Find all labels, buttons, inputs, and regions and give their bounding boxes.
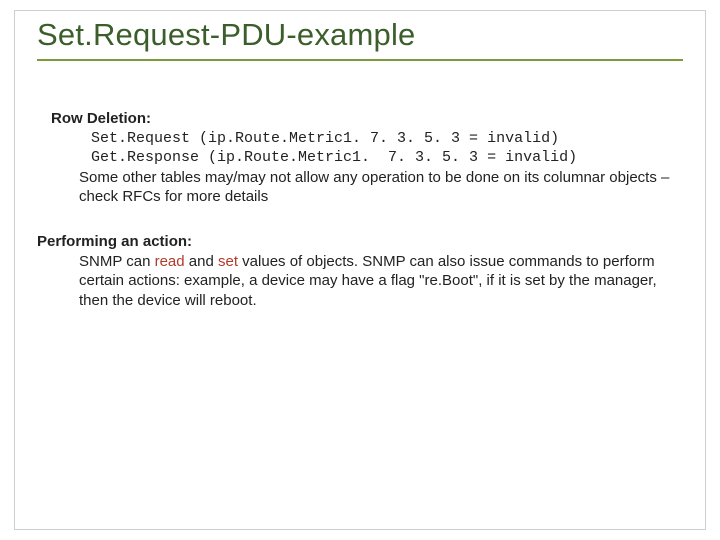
performing-action-section: Performing an action: SNMP can read and … — [37, 232, 683, 310]
keyword-read: read — [155, 253, 185, 270]
row-deletion-heading: Row Deletion: — [51, 109, 683, 128]
action-text-mid1: and — [185, 253, 218, 270]
slide-frame: Set.Request-PDU-example Row Deletion: Se… — [14, 10, 706, 530]
performing-action-paragraph: SNMP can read and set values of objects.… — [79, 252, 677, 310]
row-deletion-paragraph: Some other tables may/may not allow any … — [79, 168, 675, 206]
getresponse-line: Get.Response (ip.Route.Metric1. 7. 3. 5.… — [91, 148, 683, 167]
keyword-set: set — [218, 253, 238, 270]
row-deletion-section: Row Deletion: Set.Request (ip.Route.Metr… — [37, 109, 683, 206]
action-text-pre: SNMP can — [79, 253, 155, 270]
setrequest-line: Set.Request (ip.Route.Metric1. 7. 3. 5. … — [91, 129, 683, 148]
slide-title: Set.Request-PDU-example — [37, 15, 683, 61]
performing-action-heading: Performing an action: — [37, 232, 683, 251]
